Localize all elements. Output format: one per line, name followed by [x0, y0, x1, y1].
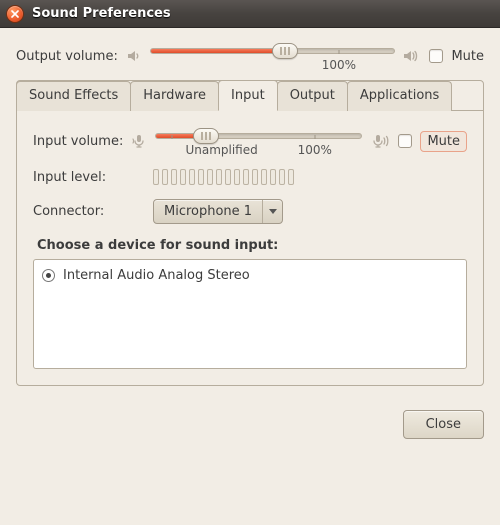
output-mute-label: Mute: [451, 49, 484, 64]
speaker-high-icon: [403, 48, 421, 64]
output-volume-label: Output volume:: [16, 49, 118, 64]
input-mute-label: Mute: [420, 131, 467, 152]
tab-body-input: Input volume: Unamplified 100%: [17, 110, 483, 385]
output-volume-slider[interactable]: 100%: [150, 42, 396, 70]
close-button[interactable]: Close: [403, 410, 484, 439]
window-title: Sound Preferences: [32, 6, 171, 21]
speaker-low-icon: [126, 48, 142, 64]
input-mute-checkbox[interactable]: [398, 134, 412, 148]
device-label: Internal Audio Analog Stereo: [63, 268, 250, 283]
window-titlebar: Sound Preferences: [0, 0, 500, 28]
microphone-high-icon: [370, 133, 390, 149]
dialog-footer: Close: [0, 398, 500, 451]
output-volume-tick-label: 100%: [322, 58, 356, 72]
input-tick-right: 100%: [298, 143, 332, 157]
chevron-down-icon: [262, 200, 282, 223]
output-mute-checkbox[interactable]: [429, 49, 443, 63]
device-list[interactable]: Internal Audio Analog Stereo: [33, 259, 467, 369]
connector-dropdown[interactable]: Microphone 1: [153, 199, 283, 224]
input-tick-left: Unamplified: [185, 143, 257, 157]
input-level-meter: [153, 169, 294, 185]
connector-label: Connector:: [33, 204, 145, 219]
tab-headers: Sound Effects Hardware Input Output Appl…: [16, 80, 483, 110]
connector-value: Microphone 1: [154, 200, 262, 223]
output-volume-row: Output volume: 100% Mute: [16, 42, 484, 70]
device-radio[interactable]: [42, 269, 55, 282]
input-volume-slider[interactable]: Unamplified 100%: [155, 127, 362, 155]
input-level-label: Input level:: [33, 170, 145, 185]
input-volume-row: Input volume: Unamplified 100%: [33, 127, 467, 155]
tab-sound-effects[interactable]: Sound Effects: [16, 81, 131, 111]
device-item[interactable]: Internal Audio Analog Stereo: [40, 266, 460, 285]
tab-hardware[interactable]: Hardware: [130, 81, 219, 111]
close-icon: [11, 10, 19, 18]
tab-applications[interactable]: Applications: [347, 81, 452, 111]
window-close-button[interactable]: [6, 5, 24, 23]
tab-container: Sound Effects Hardware Input Output Appl…: [16, 80, 484, 386]
tab-output[interactable]: Output: [277, 81, 348, 111]
microphone-low-icon: [131, 133, 147, 149]
tab-input[interactable]: Input: [218, 80, 278, 111]
device-heading: Choose a device for sound input:: [37, 238, 467, 253]
input-volume-label: Input volume:: [33, 134, 123, 149]
